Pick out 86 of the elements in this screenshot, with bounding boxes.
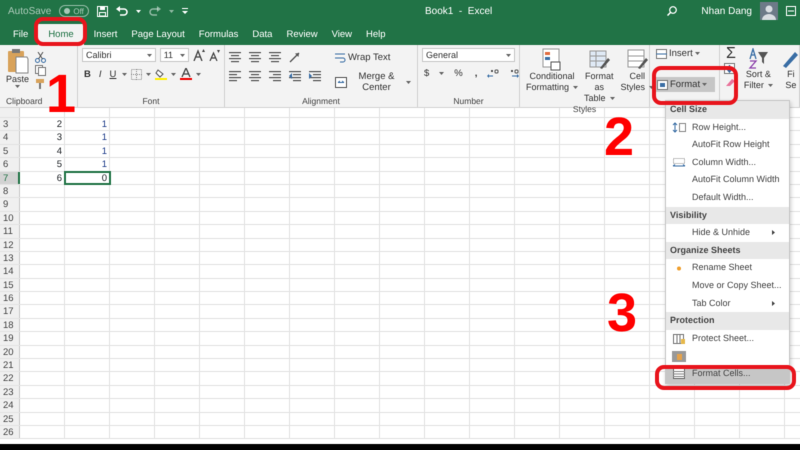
menu-section-header: Visibility — [666, 206, 789, 224]
window-title: Book1 - Excel — [425, 4, 492, 18]
row-header[interactable]: 17 — [0, 305, 20, 318]
row-header[interactable]: 10 — [0, 212, 20, 224]
menu-section-header: Organize Sheets — [666, 242, 789, 260]
table-cell-text: 3 — [56, 131, 63, 144]
style-button[interactable]: Cell Styles — [618, 48, 656, 104]
row-header[interactable]: 26 — [0, 426, 20, 438]
italic-button[interactable]: I — [96, 68, 104, 80]
row-header[interactable]: 25 — [0, 412, 20, 425]
ribbon-tab[interactable]: Help — [359, 24, 393, 45]
format-button[interactable]: Format — [654, 77, 715, 92]
row-header[interactable]: 9 — [0, 198, 20, 211]
table-cell-text: 2 — [56, 118, 63, 130]
table-cell-text: 1 — [100, 118, 108, 130]
row-header[interactable]: 7 — [0, 172, 20, 184]
table-cell[interactable]: 0 — [65, 172, 110, 184]
row-header[interactable]: 8 — [0, 184, 20, 198]
ribbon-tab[interactable]: Page Layout — [124, 24, 192, 45]
row-header[interactable]: 6 — [0, 158, 20, 171]
menu-item[interactable]: AutoFit Row Height — [666, 136, 789, 154]
ribbon-tab[interactable]: File — [6, 24, 36, 45]
row-header[interactable]: 14 — [0, 265, 20, 278]
ribbon-tab[interactable]: Data — [245, 24, 280, 45]
comma-button[interactable]: , — [472, 68, 480, 79]
ribbon-tab[interactable]: Formulas — [192, 24, 246, 45]
wrap-text-button[interactable]: Wrap Text — [333, 52, 413, 63]
row-header[interactable]: 4 — [0, 131, 20, 144]
row-header[interactable]: 5 — [0, 144, 20, 158]
editing-button[interactable]: Fi Se — [778, 48, 800, 96]
menu-item[interactable]: Protect Sheet... — [666, 330, 789, 348]
menu-section-header: Protection — [666, 312, 789, 330]
table-cell-text: 1 — [100, 131, 108, 144]
autosum-button[interactable]: Σ — [724, 48, 738, 59]
table-cell-text: 6 — [56, 172, 63, 184]
menu-item[interactable]: Rename Sheet — [666, 259, 789, 277]
menu-item[interactable]: Move or Copy Sheet... — [666, 276, 789, 295]
menu-item[interactable]: Column Width... — [666, 154, 789, 172]
step-number: 2 — [604, 116, 634, 160]
group-label: Styles — [572, 104, 598, 115]
row-header[interactable]: 18 — [0, 318, 20, 332]
merge-center-button[interactable]: Merge & Center — [333, 71, 413, 93]
step-number: 3 — [607, 292, 638, 336]
menu-item[interactable]: Tab Color — [666, 294, 789, 312]
row-header[interactable]: 20 — [0, 346, 20, 358]
row-header[interactable]: 21 — [0, 359, 20, 372]
font-size-field[interactable]: 11 — [160, 48, 189, 62]
menu-item[interactable]: Row Height... — [666, 118, 789, 136]
row-header[interactable]: 12 — [0, 238, 20, 251]
group-label: Font — [141, 96, 160, 107]
row-header[interactable]: 15 — [0, 278, 20, 292]
style-button[interactable]: Conditional Formatting — [524, 48, 580, 104]
table-cell-text: 5 — [56, 158, 63, 171]
group-label: Number — [452, 96, 485, 107]
menu-item[interactable]: AutoFit Column Width — [666, 171, 789, 189]
user-name: Nhan Dang — [701, 4, 752, 18]
table-cell-text: 1 — [100, 144, 108, 158]
row-header[interactable]: 19 — [0, 332, 20, 345]
number-format-field[interactable]: General — [422, 48, 515, 62]
menu-item[interactable]: Default Width... — [666, 188, 789, 207]
table-cell-text: 4 — [56, 144, 63, 158]
currency-button[interactable]: $ — [422, 68, 432, 79]
underline-button[interactable]: U — [108, 68, 118, 80]
row-header[interactable]: 23 — [0, 386, 20, 398]
ribbon-tab[interactable]: View — [324, 24, 360, 45]
style-button[interactable]: Format as Table — [582, 48, 617, 104]
row-header[interactable]: 3 — [0, 118, 20, 130]
editing-button[interactable]: Sort & Filter — [742, 48, 775, 96]
percent-button[interactable]: % — [452, 68, 465, 79]
ribbon-tab[interactable]: Review — [279, 24, 325, 45]
row-header[interactable]: 22 — [0, 372, 20, 385]
row-header[interactable]: 24 — [0, 399, 20, 412]
table-cell-text: 1 — [100, 158, 108, 171]
insert-button[interactable]: Insert — [654, 48, 715, 59]
menu-item[interactable]: Hide & Unhide — [666, 224, 789, 242]
ribbon-tab[interactable]: Insert — [86, 24, 124, 45]
autosave-label: AutoSave — [8, 4, 52, 18]
row-header[interactable]: 11 — [0, 225, 20, 238]
group-label: Clipboard — [5, 96, 44, 107]
group-label: Alignment — [301, 96, 341, 107]
paste-button[interactable]: Paste — [4, 48, 32, 96]
bold-button[interactable]: B — [82, 68, 93, 80]
row-header[interactable]: 13 — [0, 252, 20, 264]
row-header[interactable]: 16 — [0, 292, 20, 304]
step-number: 1 — [46, 73, 76, 116]
font-name-field[interactable]: Calibri — [82, 48, 156, 62]
